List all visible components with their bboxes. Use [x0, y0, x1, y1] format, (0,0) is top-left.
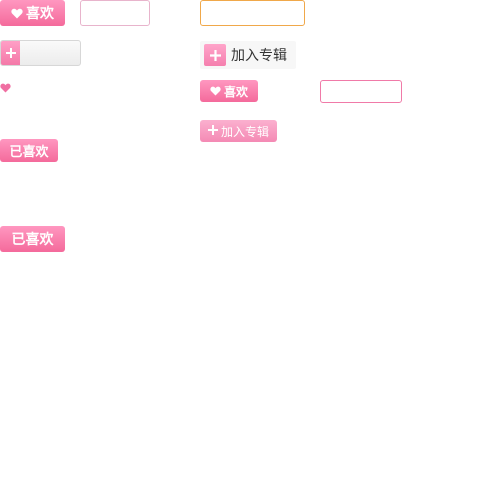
like-label: 喜欢: [26, 6, 54, 22]
text-input-focused[interactable]: [200, 0, 305, 26]
liked-label: 已喜欢: [9, 145, 49, 160]
liked-button-small[interactable]: 已喜欢: [0, 139, 58, 162]
text-input[interactable]: [80, 0, 150, 26]
liked-button-large[interactable]: 已喜欢: [0, 226, 65, 252]
add-to-album-button[interactable]: 加入专辑: [200, 41, 296, 69]
add-button-box[interactable]: [0, 40, 81, 66]
plus-icon: [207, 124, 218, 138]
heart-icon: [210, 86, 221, 96]
like-label: 喜欢: [223, 84, 248, 99]
add-to-album-button-small[interactable]: 加入专辑: [200, 120, 277, 142]
liked-label: 已喜欢: [11, 232, 54, 248]
plus-icon: [1, 41, 20, 65]
like-button-large[interactable]: 喜欢: [0, 0, 65, 26]
add-to-album-label: 加入专辑: [220, 124, 269, 139]
plus-icon: [204, 44, 226, 66]
heart-icon: [11, 8, 23, 19]
add-to-album-label: 加入专辑: [231, 48, 287, 64]
heart-icon[interactable]: [0, 78, 12, 93]
text-input[interactable]: [320, 80, 402, 103]
like-button-small[interactable]: 喜欢: [200, 80, 258, 102]
